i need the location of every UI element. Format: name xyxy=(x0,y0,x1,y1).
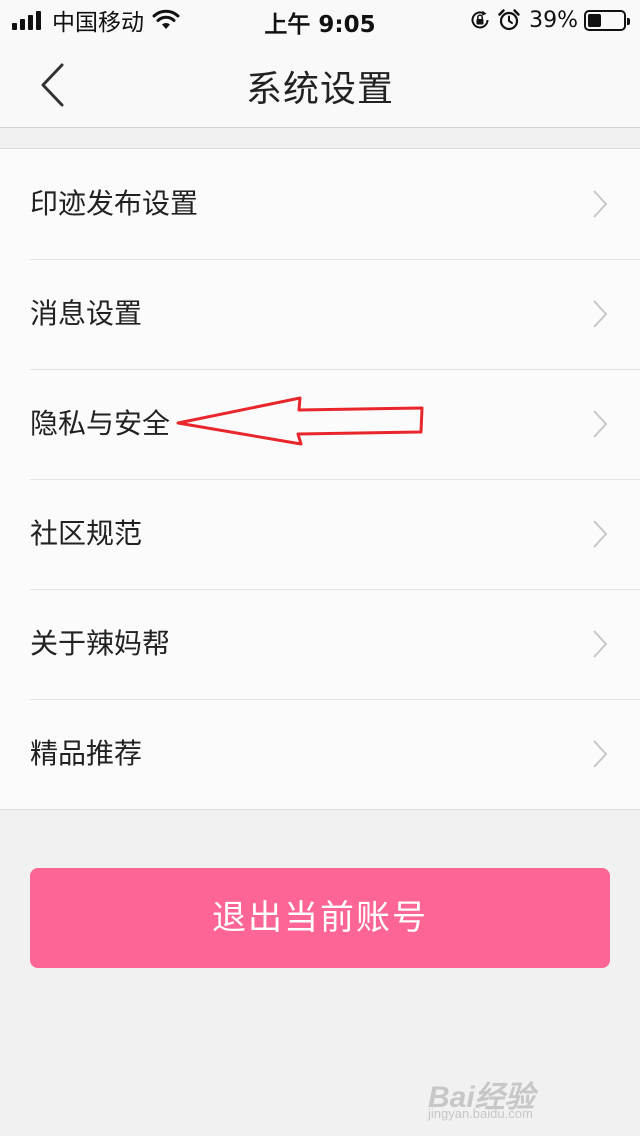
page-title: 系统设置 xyxy=(245,69,394,110)
list-item-label: 印迹发布设置 xyxy=(30,187,199,220)
baidu-jingyan-watermark: Bai经验 jingyan.baidu.com xyxy=(428,1066,608,1126)
annotation-arrow-icon xyxy=(176,396,424,446)
list-item-about[interactable]: 关于辣妈帮 xyxy=(0,589,640,699)
list-item-recommended[interactable]: 精品推荐 xyxy=(0,699,640,809)
orientation-lock-icon xyxy=(471,10,489,29)
list-item-label: 关于辣妈帮 xyxy=(30,627,171,660)
battery-percent: 39% xyxy=(529,7,578,33)
chevron-right-icon xyxy=(593,630,608,658)
status-bar: 中国移动 上午 9:05 39% xyxy=(0,0,640,40)
chevron-right-icon xyxy=(593,740,608,768)
watermark-sub: jingyan.baidu.com xyxy=(428,1106,533,1121)
chevron-right-icon xyxy=(593,410,608,438)
chevron-right-icon xyxy=(593,520,608,548)
settings-list: 印迹发布设置 消息设置 隐私与安全 社区规范 关于辣妈帮 精品推荐 xyxy=(0,148,640,810)
status-right: 39% xyxy=(469,6,630,34)
list-item-label: 精品推荐 xyxy=(30,737,143,770)
nav-bar: 系统设置 xyxy=(0,40,640,128)
list-item-label: 消息设置 xyxy=(30,297,143,330)
battery-icon xyxy=(584,9,630,31)
list-item-publish-settings[interactable]: 印迹发布设置 xyxy=(0,149,640,259)
chevron-right-icon xyxy=(593,190,608,218)
list-item-label: 社区规范 xyxy=(30,517,143,550)
list-item-community-rules[interactable]: 社区规范 xyxy=(0,479,640,589)
logout-button[interactable]: 退出当前账号 xyxy=(30,868,610,968)
list-item-label: 隐私与安全 xyxy=(30,407,171,440)
chevron-right-icon xyxy=(593,300,608,328)
alarm-icon xyxy=(498,9,520,31)
list-item-message-settings[interactable]: 消息设置 xyxy=(0,259,640,369)
